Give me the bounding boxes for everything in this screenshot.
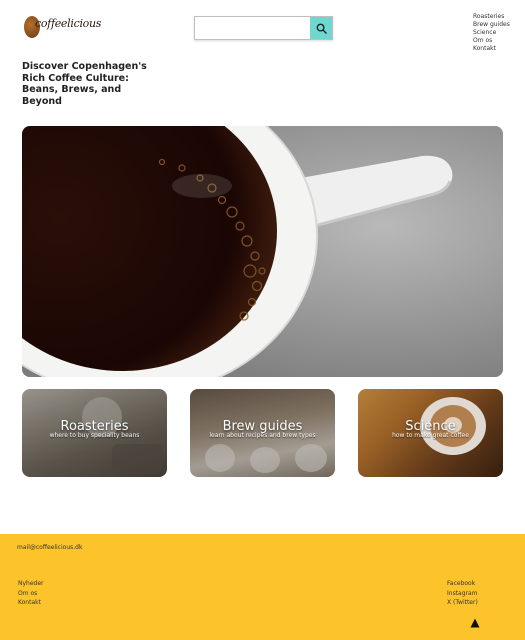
nav-kontakt[interactable]: Kontakt: [473, 45, 510, 53]
search-icon: [316, 23, 327, 34]
footer-links-social: Facebook Instagram X (Twitter): [447, 580, 478, 606]
nav-science[interactable]: Science: [473, 29, 510, 37]
card-subtitle: how to make great coffee: [392, 432, 469, 439]
footer-link-kontakt[interactable]: Kontakt: [18, 599, 44, 606]
arrow-up-icon[interactable]: [470, 618, 480, 628]
logo[interactable]: coffeelicious: [24, 14, 101, 40]
card-science[interactable]: Science how to make great coffee: [358, 389, 503, 477]
nav-roasteries[interactable]: Roasteries: [473, 13, 510, 21]
footer-link-om-os[interactable]: Om os: [18, 590, 44, 597]
search-bar: [194, 16, 333, 40]
nav-om-os[interactable]: Om os: [473, 37, 510, 45]
card-subtitle: where to buy speciality beans: [49, 432, 140, 439]
card-subtitle: learn about recipes and brew types: [209, 432, 316, 439]
footer-link-nyheder[interactable]: Nyheder: [18, 580, 44, 587]
search-button[interactable]: [310, 17, 332, 39]
logo-text: coffeelicious: [35, 17, 102, 30]
footer-email-link[interactable]: mail@coffeelicious.dk: [17, 544, 82, 551]
footer: mail@coffeelicious.dk Nyheder Om os Kont…: [0, 534, 525, 640]
footer-link-twitter[interactable]: X (Twitter): [447, 599, 478, 606]
card-roasteries[interactable]: Roasteries where to buy speciality beans: [22, 389, 167, 477]
footer-link-instagram[interactable]: Instagram: [447, 590, 478, 597]
top-nav: Roasteries Brew guides Science Om os Kon…: [473, 13, 510, 53]
search-input[interactable]: [195, 17, 311, 39]
page-headline: Discover Copenhagen's Rich Coffee Cultur…: [22, 61, 147, 107]
hero-image: [22, 126, 503, 377]
card-brew-guides[interactable]: Brew guides learn about recipes and brew…: [190, 389, 335, 477]
footer-links-left: Nyheder Om os Kontakt: [18, 580, 44, 606]
footer-link-facebook[interactable]: Facebook: [447, 580, 478, 587]
nav-brew-guides[interactable]: Brew guides: [473, 21, 510, 29]
